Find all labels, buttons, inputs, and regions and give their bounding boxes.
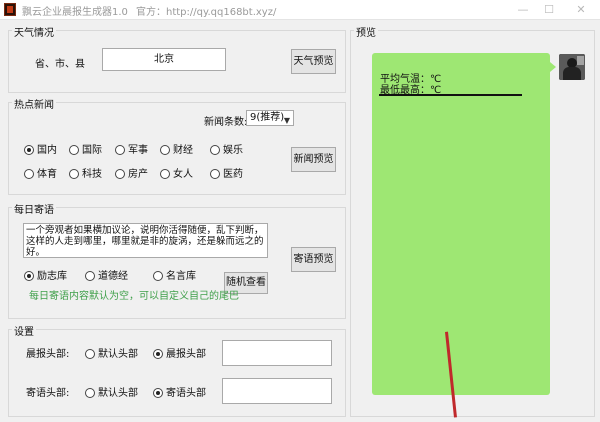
news-radio-women[interactable]: 女人	[160, 165, 193, 180]
daily-message-textarea[interactable]: 一个旁观者如果横加议论，说明你活得随便，乱下判断，这样的人走到哪里，哪里就是非的…	[23, 223, 268, 258]
close-button[interactable]: ✕	[570, 1, 592, 18]
location-label: 省、市、县	[35, 59, 85, 70]
morning-radio-default[interactable]: 默认头部	[85, 345, 138, 360]
chevron-down-icon: ▼	[283, 116, 290, 125]
news-radio-finance[interactable]: 财经	[160, 141, 193, 156]
news-count-label: 新闻条数:	[204, 117, 248, 128]
app-icon	[4, 3, 16, 16]
preview-legend: 预览	[354, 24, 378, 39]
message-header-label: 寄语头部:	[26, 388, 70, 399]
news-radio-real-estate[interactable]: 房产	[115, 165, 148, 180]
news-radio-domestic[interactable]: 国内	[24, 141, 57, 156]
official-site-label: 官方：http://qy.qq168bt.xyz/	[136, 7, 277, 18]
morning-header-input[interactable]	[222, 340, 332, 366]
daily-radio-quotes[interactable]: 名言库	[153, 267, 196, 282]
message-header-input[interactable]	[222, 378, 332, 404]
morning-header-label: 晨报头部:	[26, 349, 70, 360]
news-radio-international[interactable]: 国际	[69, 141, 102, 156]
weather-preview-button[interactable]: 天气预览	[291, 49, 336, 74]
news-count-value: 9(推荐)	[250, 112, 285, 123]
maximize-button[interactable]: ☐	[538, 1, 560, 18]
news-radio-sports[interactable]: 体育	[24, 165, 57, 180]
window-title: 飘云企业晨报生成器1.0	[22, 7, 128, 18]
daily-legend: 每日寄语	[12, 201, 56, 216]
news-radio-entertainment[interactable]: 娱乐	[210, 141, 243, 156]
title-bar: 飘云企业晨报生成器1.0 官方：http://qy.qq168bt.xyz/ —…	[0, 0, 600, 20]
daily-preview-button[interactable]: 寄语预览	[291, 247, 336, 272]
daily-radio-inspiration[interactable]: 励志库	[24, 267, 67, 282]
news-preview-button[interactable]: 新闻预览	[291, 147, 336, 172]
news-radio-military[interactable]: 军事	[115, 141, 148, 156]
avatar	[559, 54, 585, 80]
news-legend: 热点新闻	[12, 96, 56, 111]
daily-hint: 每日寄语内容默认为空，可以自定义自己的尾巴	[29, 291, 239, 302]
minimize-button[interactable]: —	[512, 1, 534, 18]
preview-message-bubble: 平均气温：℃ 最低最高：℃	[372, 53, 550, 395]
daily-radio-daodejing[interactable]: 道德经	[85, 267, 128, 282]
news-count-select[interactable]: 9(推荐) ▼	[246, 110, 294, 126]
message-radio-default[interactable]: 默认头部	[85, 384, 138, 399]
settings-legend: 设置	[12, 323, 36, 338]
weather-legend: 天气情况	[12, 24, 56, 39]
news-radio-technology[interactable]: 科技	[69, 165, 102, 180]
location-input[interactable]: 北京	[102, 48, 226, 71]
morning-radio-header[interactable]: 晨报头部	[153, 345, 206, 360]
message-radio-header[interactable]: 寄语头部	[153, 384, 206, 399]
news-radio-medicine[interactable]: 医药	[210, 165, 243, 180]
bubble-tail	[550, 62, 556, 72]
preview-divider	[379, 94, 522, 96]
